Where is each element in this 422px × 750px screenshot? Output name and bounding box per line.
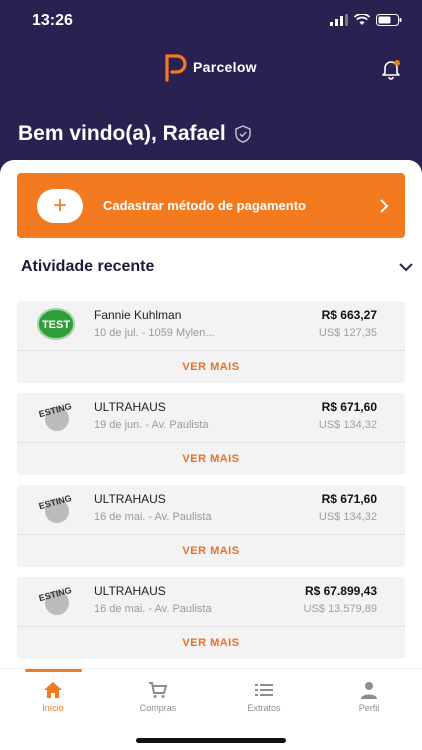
tab-label: Perfil (358, 703, 380, 713)
status-bar: 13:26 (0, 0, 422, 44)
amount-usd: US$ 127,35 (318, 327, 377, 339)
transaction-details: 19 de jun. - Av. Paulista (94, 419, 209, 431)
divider (17, 350, 405, 351)
testing-logo-icon: ESTING (38, 401, 73, 431)
activity-card: ESTING ULTRAHAUS 19 de jun. - Av. Paulis… (17, 393, 405, 475)
active-tab-indicator (25, 669, 82, 672)
tab-label: Compras (139, 703, 177, 713)
welcome-heading: Bem vindo(a), Rafael (18, 122, 252, 146)
welcome-text: Bem vindo(a), Rafael (18, 122, 226, 145)
transaction-details: 16 de mai. - Av. Paulista (94, 511, 212, 523)
amount-brl: R$ 67.899,43 (304, 584, 377, 598)
parcelow-logo-icon (165, 54, 187, 82)
home-indicator (136, 738, 286, 743)
merchant-name: ULTRAHAUS (94, 492, 166, 506)
activity-card: ESTING ULTRAHAUS 16 de mai. - Av. Paulis… (17, 485, 405, 567)
tab-label: Início (42, 703, 64, 713)
recent-activity-title: Atividade recente (21, 258, 155, 275)
home-icon (44, 682, 62, 698)
amount-usd: US$ 13.579,89 (303, 603, 377, 615)
status-icons (330, 14, 402, 26)
amount-brl: R$ 663,27 (321, 308, 377, 322)
person-icon (361, 682, 377, 699)
test-badge-icon: TEST (37, 308, 75, 340)
amount-brl: R$ 671,60 (321, 400, 377, 414)
activity-card: ESTING ULTRAHAUS 16 de mai. - Av. Paulis… (17, 577, 405, 659)
add-payment-method-button[interactable]: + Cadastrar método de pagamento (17, 173, 405, 238)
testing-logo-icon: ESTING (38, 585, 73, 615)
see-more-button[interactable]: VER MAIS (17, 361, 405, 373)
merchant-name: ULTRAHAUS (94, 584, 166, 598)
main-content: + Cadastrar método de pagamento Atividad… (0, 160, 422, 750)
plus-icon: + (37, 188, 83, 223)
chevron-down-icon[interactable] (399, 262, 413, 272)
status-time: 13:26 (32, 12, 73, 29)
transaction-details: 10 de jul. - 1059 Mylen... (94, 327, 215, 339)
app-header: Parcelow (0, 44, 422, 94)
brand-name: Parcelow (193, 59, 257, 75)
notification-bell-icon[interactable] (380, 58, 402, 80)
svg-text:TEST: TEST (42, 319, 70, 331)
see-more-button[interactable]: VER MAIS (17, 453, 405, 465)
see-more-button[interactable]: VER MAIS (17, 637, 405, 649)
divider (17, 626, 405, 627)
amount-usd: US$ 134,32 (318, 511, 377, 523)
chevron-right-icon (380, 198, 389, 213)
see-more-button[interactable]: VER MAIS (17, 545, 405, 557)
merchant-name: ULTRAHAUS (94, 400, 166, 414)
tab-profile[interactable]: Perfil (329, 681, 409, 713)
amount-usd: US$ 134,32 (318, 419, 377, 431)
transaction-details: 16 de mai. - Av. Paulista (94, 603, 212, 615)
cart-icon (149, 682, 168, 698)
tab-statements[interactable]: Extratos (224, 681, 304, 713)
signal-icon (330, 14, 348, 26)
tab-label: Extratos (247, 703, 281, 713)
divider (17, 534, 405, 535)
verified-shield-icon (235, 125, 251, 143)
amount-brl: R$ 671,60 (321, 492, 377, 506)
merchant-name: Fannie Kuhlman (94, 308, 182, 322)
activity-card: TEST Fannie Kuhlman 10 de jul. - 1059 My… (17, 301, 405, 383)
tab-home[interactable]: Início (13, 681, 93, 713)
wifi-icon (354, 14, 370, 25)
brand-logo: Parcelow (163, 52, 257, 82)
add-payment-method-label: Cadastrar método de pagamento (103, 198, 306, 213)
recent-activity-header[interactable]: Atividade recente (21, 258, 413, 276)
divider (17, 442, 405, 443)
testing-logo-icon: ESTING (38, 493, 73, 523)
list-icon (255, 684, 273, 696)
battery-icon (376, 14, 402, 26)
tab-purchases[interactable]: Compras (118, 681, 198, 713)
